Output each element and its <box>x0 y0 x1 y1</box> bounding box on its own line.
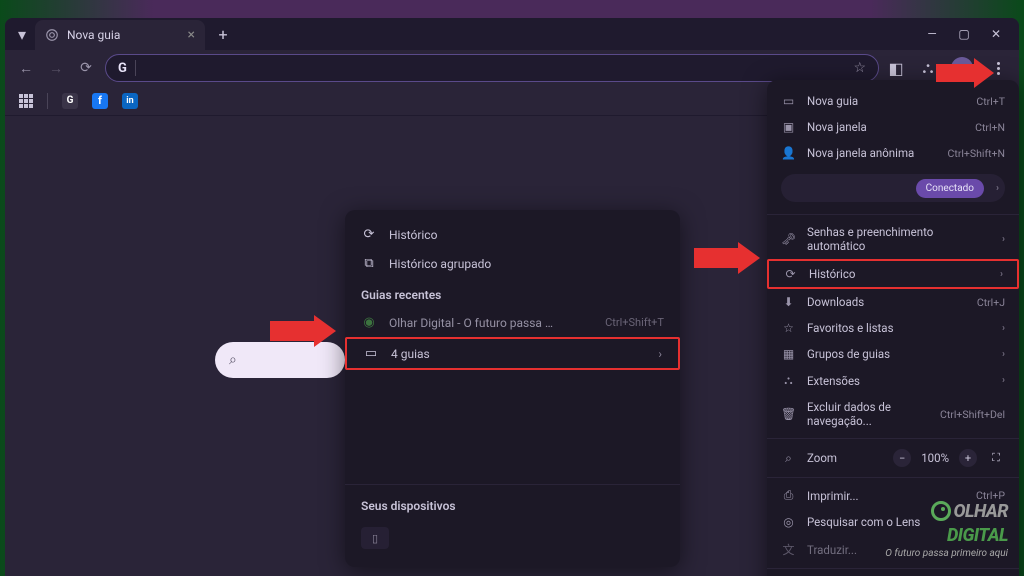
lens-icon: ◎ <box>781 515 796 529</box>
window-controls: — ▢ ✕ <box>925 27 1011 41</box>
apps-grid-icon[interactable] <box>19 94 33 108</box>
menu-connected-pill[interactable]: Conectado › <box>781 174 1005 202</box>
menu-tab-groups[interactable]: ▦ Grupos de guias › <box>767 341 1019 367</box>
incognito-icon: 👤 <box>781 146 796 160</box>
chevron-right-icon: › <box>1002 349 1005 360</box>
menu-passwords[interactable]: 🗝 Senhas e preenchimento automático › <box>767 219 1019 259</box>
devices-section-header: Seus dispositivos <box>345 489 680 519</box>
reload-button[interactable]: ⟳ <box>75 57 97 79</box>
tab-bar: ▾ Nova guia × + — ▢ ✕ <box>5 18 1019 50</box>
chevron-right-icon: › <box>1002 323 1005 334</box>
back-button[interactable]: ← <box>15 57 37 79</box>
tab-list-caret-icon[interactable]: ▾ <box>13 25 31 43</box>
new-window-icon: ▣ <box>781 120 796 134</box>
ntp-search-pill[interactable]: ⌕ <box>215 342 345 378</box>
grouped-history-label: Histórico agrupado <box>389 257 491 271</box>
history-submenu: ⟳ Histórico ⧉ Histórico agrupado Guias r… <box>345 210 680 567</box>
grouped-history-menu-item[interactable]: ⧉ Histórico agrupado <box>345 249 680 278</box>
history-layers-icon: ⧉ <box>361 256 377 271</box>
menu-favorites[interactable]: ☆ Favoritos e listas › <box>767 315 1019 341</box>
menu-clear-data[interactable]: 🗑 Excluir dados de navegação... Ctrl+Shi… <box>767 394 1019 434</box>
menu-connected-row: Conectado › <box>767 166 1019 210</box>
active-tab[interactable]: Nova guia × <box>35 20 205 50</box>
zoom-icon: ⌕ <box>781 451 796 466</box>
connected-badge: Conectado <box>916 179 984 198</box>
new-tab-icon: ▭ <box>781 94 796 108</box>
extensions-puzzle-icon[interactable]: ⛬ <box>919 59 937 77</box>
menu-incognito[interactable]: 👤 Nova janela anônima Ctrl+Shift+N <box>767 140 1019 166</box>
trash-icon: 🗑 <box>781 407 796 421</box>
chevron-right-icon: › <box>1002 375 1005 386</box>
printer-icon: ⎙ <box>781 488 796 503</box>
puzzle-icon: ⛬ <box>781 373 796 388</box>
window-icon: ▭ <box>363 346 379 361</box>
extension-icon[interactable]: ◧ <box>887 59 905 77</box>
chevron-right-icon: › <box>1002 234 1005 245</box>
watermark: OLHAR DIGITAL O futuro passa primeiro aq… <box>885 500 1008 560</box>
history-menu-item[interactable]: ⟳ Histórico <box>345 220 680 249</box>
address-input[interactable] <box>144 61 846 76</box>
minimize-icon[interactable]: — <box>925 27 939 41</box>
menu-new-tab[interactable]: ▭ Nova guia Ctrl+T <box>767 88 1019 114</box>
download-icon: ⬇ <box>781 295 796 309</box>
menu-downloads[interactable]: ⬇ Downloads Ctrl+J <box>767 289 1019 315</box>
search-engine-icon: G <box>118 61 127 76</box>
bookmarks-separator <box>47 93 48 109</box>
menu-new-window[interactable]: ▣ Nova janela Ctrl+N <box>767 114 1019 140</box>
bookmark-facebook[interactable]: f <box>92 93 108 109</box>
recent-tab-shortcut: Ctrl+Shift+T <box>605 316 664 329</box>
fullscreen-icon[interactable]: ⛶ <box>987 449 1005 467</box>
chevron-right-icon: › <box>658 347 662 361</box>
close-window-icon[interactable]: ✕ <box>989 27 1003 41</box>
history-clock-icon: ⟳ <box>361 227 377 242</box>
history-label: Histórico <box>389 228 437 242</box>
four-tabs-label: 4 guias <box>391 347 430 361</box>
bookmark-star-icon[interactable]: ☆ <box>853 60 866 76</box>
chevron-right-icon: › <box>996 183 999 194</box>
recent-tab-item[interactable]: ◉ Olhar Digital - O futuro passa primeir… <box>345 308 680 337</box>
annotation-arrow-history <box>694 242 760 274</box>
maximize-icon[interactable]: ▢ <box>957 27 971 41</box>
four-tabs-window-item[interactable]: ▭ 4 guias › <box>345 337 680 370</box>
tab-favicon-icon <box>45 28 59 42</box>
bookmark-linkedin[interactable]: in <box>122 93 138 109</box>
recent-favicon-icon: ◉ <box>361 315 377 330</box>
new-tab-button[interactable]: + <box>213 25 233 44</box>
menu-zoom: ⌕ Zoom − 100% + ⛶ <box>767 443 1019 473</box>
devices-row: ▯ <box>345 519 680 557</box>
annotation-arrow-kebab <box>936 58 994 88</box>
menu-extensions[interactable]: ⛬ Extensões › <box>767 367 1019 394</box>
annotation-arrow-4tabs <box>270 315 336 347</box>
zoom-value: 100% <box>921 451 949 465</box>
omnibox-separator <box>135 60 136 76</box>
search-icon: ⌕ <box>229 352 237 368</box>
chevron-right-icon: › <box>1000 269 1003 280</box>
translate-icon: 文 <box>781 541 796 558</box>
zoom-in-button[interactable]: + <box>959 449 977 467</box>
history-clock-icon: ⟳ <box>783 267 798 281</box>
forward-button: → <box>45 57 67 79</box>
menu-history[interactable]: ⟳ Histórico › <box>767 259 1019 289</box>
omnibox[interactable]: G ☆ <box>105 54 879 82</box>
star-icon: ☆ <box>781 321 796 335</box>
grid-icon: ▦ <box>781 347 796 361</box>
bookmark-google[interactable]: G <box>62 93 78 109</box>
key-icon: 🗝 <box>781 232 796 246</box>
tab-title: Nova guia <box>67 28 180 42</box>
phone-device-icon[interactable]: ▯ <box>361 527 389 549</box>
zoom-out-button[interactable]: − <box>893 449 911 467</box>
tab-close-icon[interactable]: × <box>188 27 195 43</box>
recent-tabs-section-header: Guias recentes <box>345 278 680 308</box>
recent-tab-title: Olhar Digital - O futuro passa primeiro … <box>389 316 559 330</box>
